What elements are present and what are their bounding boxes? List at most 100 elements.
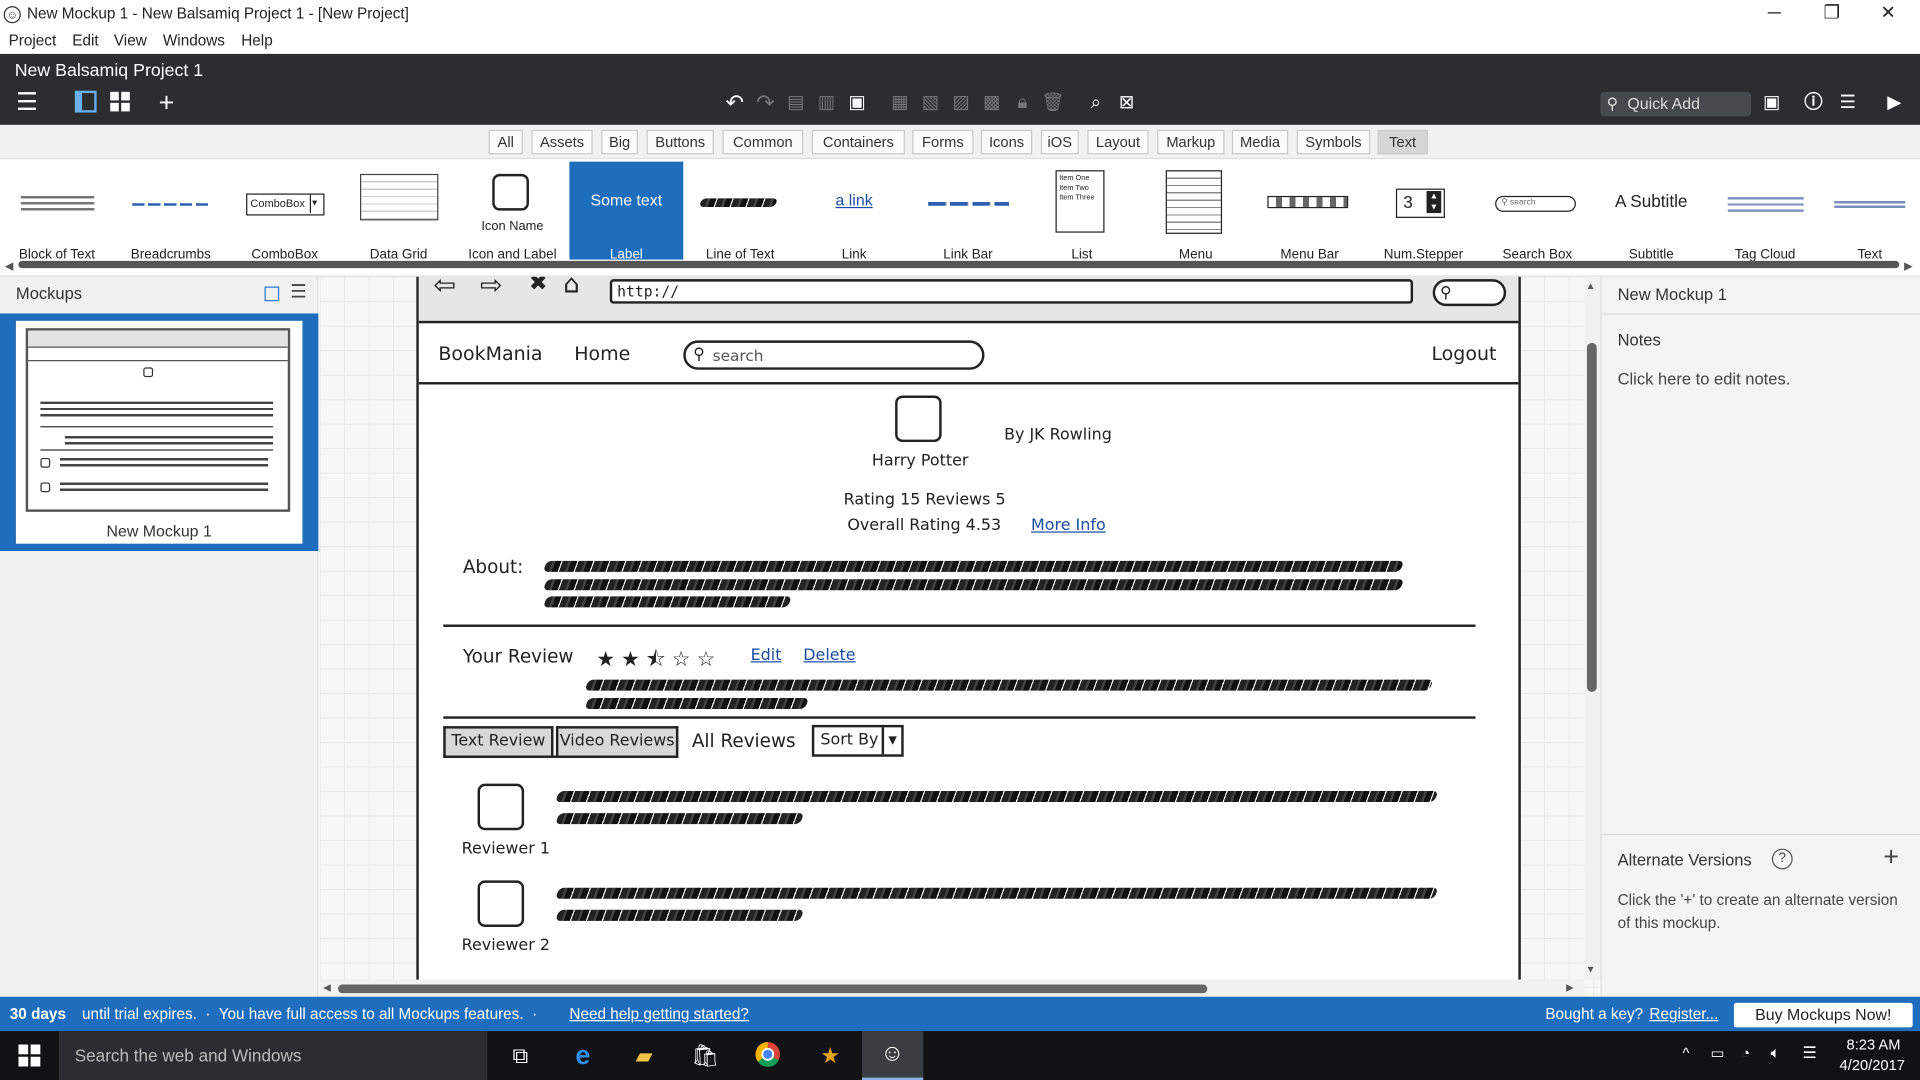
filter-icons[interactable]: Icons xyxy=(980,129,1033,155)
lib-text[interactable]: Text xyxy=(1820,162,1920,262)
add-alternate-version-button[interactable]: + xyxy=(1883,841,1899,873)
file-explorer-icon[interactable]: ▰ xyxy=(627,1041,661,1070)
help-icon[interactable]: ? xyxy=(1771,848,1793,870)
filter-common[interactable]: Common xyxy=(722,129,804,155)
align-icon[interactable]: ▩ xyxy=(980,91,1004,115)
restore-button[interactable]: ❐ xyxy=(1804,0,1860,29)
volume-icon[interactable]: 🔈︎ xyxy=(1771,1043,1781,1063)
balsamiq-taskbar-button[interactable]: ☺ xyxy=(862,1031,924,1080)
menu-view[interactable]: View xyxy=(114,32,147,49)
fullscreen-icon[interactable]: ⊠ xyxy=(1114,91,1138,115)
clock-date[interactable]: 4/20/2017 xyxy=(1832,1057,1913,1074)
scroll-left-arrow-icon[interactable]: ◀ xyxy=(5,260,13,273)
group-icon[interactable]: ▦ xyxy=(888,91,912,115)
lib-search-box[interactable]: ⚲ search Search Box xyxy=(1480,162,1594,262)
lib-label-selected[interactable]: Some text Label xyxy=(569,161,684,262)
show-hidden-icons-icon[interactable]: ^ xyxy=(1682,1044,1689,1061)
notes-field[interactable]: Click here to edit notes. xyxy=(1618,370,1791,388)
filter-big[interactable]: Big xyxy=(601,129,638,155)
menu-windows[interactable]: Windows xyxy=(163,32,225,49)
lib-menu-bar[interactable]: Menu Bar xyxy=(1253,162,1367,262)
presentation-icon[interactable]: ▶ xyxy=(1882,91,1906,115)
list-view-icon[interactable]: ☰ xyxy=(290,280,306,303)
vertical-scroll-thumb[interactable] xyxy=(1586,342,1597,692)
clock-time[interactable]: 8:23 AM xyxy=(1837,1036,1910,1053)
filter-symbols[interactable]: Symbols xyxy=(1296,129,1371,155)
menu-project[interactable]: Project xyxy=(9,32,57,49)
user-icon[interactable]: ▣ xyxy=(1760,91,1784,115)
ungroup-icon[interactable]: ▧ xyxy=(918,91,942,115)
filter-markup[interactable]: Markup xyxy=(1157,129,1225,155)
add-mockup-icon[interactable]: + xyxy=(154,89,178,116)
menu-help[interactable]: Help xyxy=(241,32,272,49)
close-button[interactable]: ✕ xyxy=(1860,0,1916,29)
find-icon[interactable]: ⌕ xyxy=(1084,91,1108,115)
filter-ios[interactable]: iOS xyxy=(1040,129,1079,155)
task-view-icon[interactable]: ⧉ xyxy=(503,1041,537,1070)
info-icon[interactable]: ⓘ xyxy=(1801,91,1825,115)
scroll-right-arrow-icon[interactable]: ▶ xyxy=(1566,982,1574,993)
mockup-canvas[interactable]: ⇦ ⇨ ✖ ⌂ http:// ⚲ BookMania Home ⚲ searc… xyxy=(319,276,1600,997)
filter-forms[interactable]: Forms xyxy=(912,129,974,155)
grid-view-icon[interactable] xyxy=(108,91,132,115)
redo-icon[interactable]: ↷ xyxy=(753,91,777,115)
filter-all[interactable]: All xyxy=(488,129,523,155)
lib-block-of-text[interactable]: Block of Text xyxy=(0,162,114,262)
mockup-title[interactable]: New Mockup 1 xyxy=(1618,285,1727,303)
chrome-icon[interactable] xyxy=(751,1041,785,1070)
edge-browser-icon[interactable]: e xyxy=(566,1040,600,1070)
lib-data-grid[interactable]: Data Grid xyxy=(342,162,456,262)
filter-layout[interactable]: Layout xyxy=(1087,129,1149,155)
minimize-button[interactable]: ─ xyxy=(1746,0,1802,29)
hamburger-menu-icon[interactable]: ☰ xyxy=(15,91,39,115)
book-author: By JK Rowling xyxy=(1004,426,1112,445)
lib-breadcrumbs[interactable]: Breadcrumbs xyxy=(114,162,228,262)
library-scrollbar[interactable] xyxy=(18,260,1900,269)
single-view-icon[interactable] xyxy=(73,90,97,115)
combobox-preview: ComboBox ▼ xyxy=(238,176,332,231)
lib-num-stepper[interactable]: 3 ▲ ▼ Num.Stepper xyxy=(1367,162,1481,262)
undo-icon[interactable]: ↶ xyxy=(722,91,746,115)
filter-assets[interactable]: Assets xyxy=(531,129,593,155)
mockup-thumbnail-card[interactable]: New Mockup 1 xyxy=(0,313,319,552)
buy-now-button[interactable]: Buy Mockups Now! xyxy=(1733,1002,1913,1028)
store-icon[interactable]: 🛍︎ xyxy=(688,1041,722,1070)
scroll-up-arrow-icon[interactable]: ▲ xyxy=(1586,280,1596,291)
notifications-icon[interactable]: ☰ xyxy=(1802,1043,1816,1063)
lib-menu[interactable]: Menu xyxy=(1139,162,1253,262)
paste-icon[interactable]: ▣ xyxy=(845,91,869,115)
properties-icon[interactable]: ☰ xyxy=(1836,91,1860,115)
trash-icon[interactable]: 🗑︎ xyxy=(1041,91,1065,115)
lib-line-of-text[interactable]: Line of Text xyxy=(683,162,797,262)
scroll-right-arrow-icon[interactable]: ▶ xyxy=(1904,260,1912,273)
lib-tag-cloud[interactable]: Tag Cloud xyxy=(1708,162,1822,262)
register-link[interactable]: Register... xyxy=(1649,1005,1718,1022)
network-icon[interactable]: ◔ xyxy=(1741,1044,1750,1061)
cut-icon[interactable]: ▤ xyxy=(784,91,808,115)
horizontal-scroll-thumb[interactable] xyxy=(337,984,1208,994)
lib-list[interactable]: Item One Item Two Item Three List xyxy=(1025,162,1139,262)
copy-icon[interactable]: ▥ xyxy=(814,91,838,115)
thumbnail-view-icon[interactable] xyxy=(264,286,280,302)
lib-link[interactable]: a link Link xyxy=(797,162,911,262)
lock-icon[interactable]: 🔒︎ xyxy=(1010,91,1034,115)
lib-link-bar[interactable]: Link Bar xyxy=(911,162,1025,262)
scroll-left-arrow-icon[interactable]: ◀ xyxy=(323,982,331,993)
menu-edit[interactable]: Edit xyxy=(72,32,98,49)
help-getting-started-link[interactable]: Need help getting started? xyxy=(569,1005,749,1022)
lib-combobox[interactable]: ComboBox ▼ ComboBox xyxy=(228,162,342,262)
filter-media[interactable]: Media xyxy=(1231,129,1289,155)
lib-icon-and-label[interactable]: Icon Name Icon and Label xyxy=(456,162,570,262)
bring-front-icon[interactable]: ▨ xyxy=(949,91,973,115)
filter-containers[interactable]: Containers xyxy=(811,129,905,155)
filter-text[interactable]: Text xyxy=(1377,129,1428,155)
windows-start-icon[interactable] xyxy=(18,1044,41,1072)
taskbar-search[interactable]: Search the web and Windows xyxy=(58,1031,488,1080)
browser-window-mockup[interactable]: ⇦ ⇨ ✖ ⌂ http:// ⚲ BookMania Home ⚲ searc… xyxy=(416,276,1521,990)
filter-buttons[interactable]: Buttons xyxy=(646,129,714,155)
scroll-down-arrow-icon[interactable]: ▼ xyxy=(1586,964,1596,975)
lib-subtitle[interactable]: A Subtitle Subtitle xyxy=(1594,162,1708,262)
starred-app-icon[interactable]: ★ xyxy=(813,1041,847,1070)
quick-add-input[interactable]: ⚲ Quick Add xyxy=(1600,91,1752,117)
battery-icon[interactable]: ▭ xyxy=(1711,1044,1725,1061)
